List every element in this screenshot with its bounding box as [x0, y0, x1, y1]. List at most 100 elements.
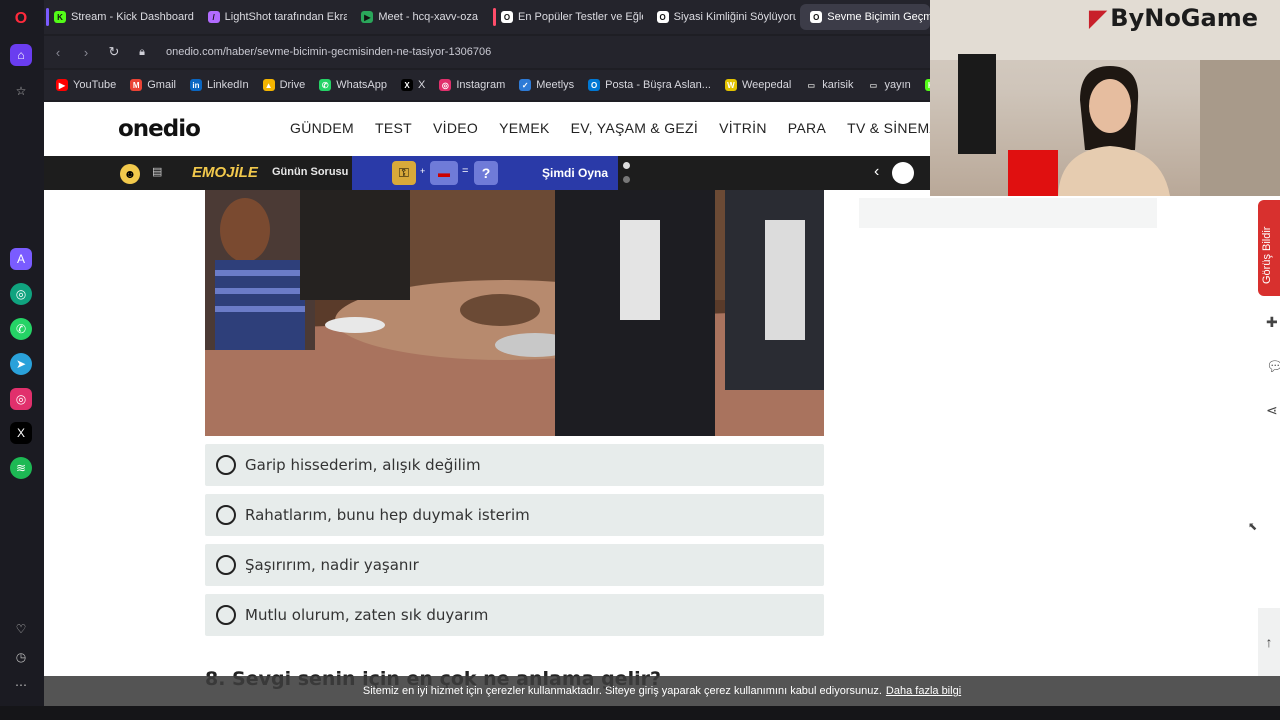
bookmark-item[interactable]: ◎ Instagram: [439, 79, 505, 91]
bookmark-favicon-icon: M: [130, 79, 143, 91]
bookmark-item[interactable]: ▲ Drive: [262, 79, 306, 91]
site-menu-item[interactable]: GÜNDEM: [290, 120, 354, 136]
add-comment-icon[interactable]: ✚: [1266, 314, 1278, 331]
bookmark-item[interactable]: ✆ WhatsApp: [319, 79, 387, 91]
opera-logo-icon[interactable]: O: [10, 8, 32, 30]
telegram-icon[interactable]: ➤: [10, 353, 32, 375]
bookmark-item[interactable]: XX: [400, 79, 426, 91]
restaurant-scene-image: [205, 190, 824, 436]
site-menu-item[interactable]: YEMEK: [499, 120, 550, 136]
radio-button[interactable]: [216, 555, 236, 575]
answer-option[interactable]: Mutlu olurum, zaten sık duyarım: [205, 594, 824, 636]
play-now-button[interactable]: Şimdi Oyna: [532, 156, 618, 190]
tab-favicon-icon: O: [501, 11, 513, 23]
bookmark-label: X: [417, 79, 426, 91]
bookmark-favicon-icon: W: [724, 79, 737, 91]
browser-tab[interactable]: ▶ Meet - hcq-xavv-oza: [351, 4, 487, 30]
carousel-dot[interactable]: [623, 162, 630, 169]
aria-icon[interactable]: A: [10, 248, 32, 270]
sidebar-placeholder: [859, 198, 1157, 228]
bookmark-favicon-icon: ▶: [56, 79, 68, 91]
cookie-more-link[interactable]: Daha fazla bilgi: [886, 685, 961, 697]
whatsapp-icon[interactable]: ✆: [10, 318, 32, 340]
tab-indicator: [493, 8, 496, 26]
bynogame-wordmark: ByNoGame: [1110, 4, 1258, 32]
radio-button[interactable]: [216, 505, 236, 525]
bookmark-item[interactable]: W Weepedal: [724, 79, 792, 91]
browser-tab[interactable]: / LightShot tarafından Ekran: [198, 4, 347, 30]
bookmark-item[interactable]: ▭ yayın: [867, 79, 911, 91]
forward-icon[interactable]: ›: [72, 45, 100, 60]
instagram-icon[interactable]: ◎: [10, 388, 32, 410]
puzzle-panel: ⚿ + ▬ = ?: [352, 156, 532, 190]
bookmark-label: karisik: [822, 79, 854, 91]
tab-label: Stream - Kick Dashboard: [71, 11, 194, 23]
tab-favicon-icon: O: [656, 11, 669, 23]
bookmark-item[interactable]: in LinkedIn: [189, 79, 249, 91]
answer-option[interactable]: Rahatlarım, bunu hep duymak isterim: [205, 494, 824, 536]
site-menu-item[interactable]: EV, YAŞAM & GEZİ: [571, 120, 698, 136]
history-icon[interactable]: ◷: [10, 646, 32, 668]
tab-label: Siyasi Kimliğini Söylüyoru: [673, 11, 797, 23]
puzzle-answer: ?: [474, 161, 498, 185]
back-icon[interactable]: ‹: [44, 45, 72, 60]
url-text[interactable]: onedio.com/haber/sevme-bicimin-gecmisind…: [166, 46, 491, 58]
bookmark-item[interactable]: ✓ Meetlys: [519, 79, 574, 91]
bookmark-favicon-icon: in: [189, 79, 202, 91]
tab-label: En Popüler Testler ve Eğle: [518, 11, 643, 23]
browser-sidebar: O ⌂ ☆ A ◎ ✆ ➤ ◎ X ≋ ♡ ◷ ⋯: [0, 0, 44, 720]
bookmark-label: Instagram: [456, 79, 506, 91]
emojile-logo: EMOJİLE: [192, 164, 258, 181]
scroll-top-button[interactable]: ↑: [1258, 608, 1280, 676]
browser-tab[interactable]: K Stream - Kick Dashboard: [44, 4, 194, 30]
browser-tab[interactable]: O Sevme Biçimin Geçmişi: [800, 4, 930, 30]
bookmark-label: yayın: [884, 79, 911, 91]
answer-label: Şaşırırım, nadir yaşanır: [245, 556, 419, 574]
site-logo[interactable]: onedio: [118, 116, 201, 142]
tab-indicator: [46, 8, 49, 26]
bookmark-item[interactable]: O Posta - Büşra Aslan...: [588, 79, 711, 91]
tab-label: Sevme Biçimin Geçmişi: [827, 11, 930, 23]
answer-option[interactable]: Garip hissederim, alışık değilim: [205, 444, 824, 486]
x-icon[interactable]: X: [10, 422, 32, 444]
home-icon[interactable]: ⌂: [10, 44, 32, 66]
radio-button[interactable]: [216, 605, 236, 625]
chatgpt-icon[interactable]: ◎: [10, 283, 32, 305]
bookmark-item[interactable]: M Gmail: [130, 79, 176, 91]
site-menu-item[interactable]: VİTRİN: [719, 120, 767, 136]
browser-tab[interactable]: O Siyasi Kimliğini Söylüyoru: [647, 4, 797, 30]
site-menu-item[interactable]: PARA: [788, 120, 826, 136]
address-bar: ‹ › ↻ 🔒︎ onedio.com/haber/sevme-bicimin-…: [44, 36, 934, 68]
spotify-icon[interactable]: ≋: [10, 457, 32, 479]
key-icon: ⚿: [392, 161, 416, 185]
star-icon[interactable]: ☆: [10, 80, 32, 102]
site-menu-item[interactable]: TEST: [375, 120, 412, 136]
browser-tab[interactable]: O En Popüler Testler ve Eğle: [491, 4, 643, 30]
bookmark-label: Drive: [279, 79, 306, 91]
heart-icon[interactable]: ♡: [10, 618, 32, 640]
equals-sign: =: [462, 165, 469, 177]
comment-icon[interactable]: 💬︎: [1266, 358, 1280, 375]
site-menu-item[interactable]: TV & SİNEMA: [847, 120, 939, 136]
site-menu-item[interactable]: VİDEO: [433, 120, 478, 136]
tab-favicon-icon: /: [207, 11, 220, 23]
feedback-tab[interactable]: Görüş Bildir: [1258, 200, 1280, 296]
bookmark-favicon-icon: O: [588, 79, 601, 91]
bookmark-label: LinkedIn: [206, 79, 249, 91]
chevron-left-icon[interactable]: ‹: [874, 163, 879, 181]
more-icon[interactable]: ⋯: [10, 674, 32, 696]
answer-option[interactable]: Şaşırırım, nadir yaşanır: [205, 544, 824, 586]
sponsor-logo[interactable]: [892, 162, 914, 184]
bookmark-label: Weepedal: [741, 79, 792, 91]
bookmark-favicon-icon: ✆: [319, 79, 332, 91]
quiz-image: [205, 190, 824, 436]
answer-label: Rahatlarım, bunu hep duymak isterim: [245, 506, 530, 524]
folder-icon: ▭: [807, 80, 816, 90]
bookmark-item[interactable]: ▭ karisik: [805, 79, 854, 91]
carousel-dot[interactable]: [623, 176, 630, 183]
bookmark-item[interactable]: ▶ YouTube: [56, 79, 116, 91]
reload-icon[interactable]: ↻: [100, 44, 128, 60]
radio-button[interactable]: [216, 455, 236, 475]
share-icon[interactable]: ⋖: [1266, 402, 1278, 419]
daily-question-label: Günün Sorusu: [272, 166, 349, 178]
